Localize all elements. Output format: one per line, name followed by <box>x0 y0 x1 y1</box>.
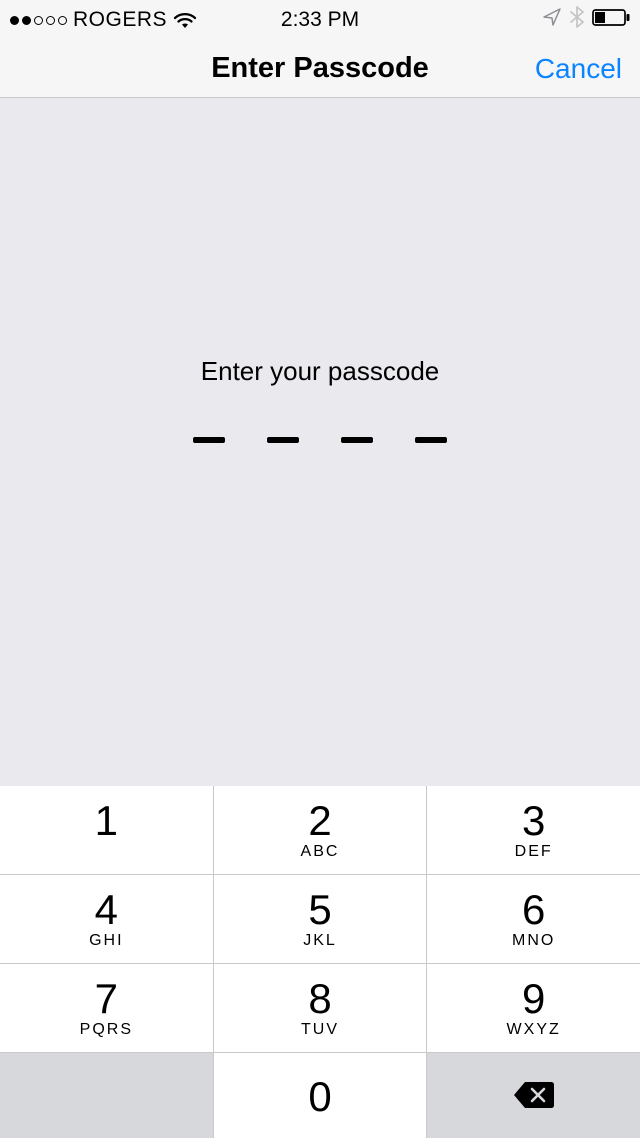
keypad-key-9[interactable]: 9 WXYZ <box>427 964 640 1052</box>
location-icon <box>542 7 562 33</box>
key-letters: TUV <box>301 1022 339 1038</box>
key-digit: 3 <box>522 800 545 842</box>
carrier-label: ROGERS <box>73 8 167 32</box>
keypad-key-1[interactable]: 1 <box>0 786 213 874</box>
bluetooth-icon <box>570 6 584 34</box>
keypad-key-7[interactable]: 7 PQRS <box>0 964 213 1052</box>
cancel-button[interactable]: Cancel <box>535 53 622 85</box>
passcode-area: Enter your passcode <box>0 98 640 786</box>
key-digit: 8 <box>308 978 331 1020</box>
key-digit: 0 <box>308 1076 331 1118</box>
key-digit: 7 <box>95 978 118 1020</box>
passcode-dash <box>267 437 299 443</box>
keypad-key-6[interactable]: 6 MNO <box>427 875 640 963</box>
passcode-dashes <box>193 437 447 443</box>
backspace-icon <box>513 1080 555 1115</box>
passcode-dash <box>341 437 373 443</box>
key-letters: WXYZ <box>507 1022 561 1038</box>
key-letters: MNO <box>512 933 555 949</box>
battery-icon <box>592 9 630 32</box>
key-letters: ABC <box>301 844 340 860</box>
key-digit: 9 <box>522 978 545 1020</box>
status-bar: ROGERS 2:33 PM <box>0 0 640 40</box>
key-letters: PQRS <box>80 1022 133 1038</box>
passcode-dash <box>193 437 225 443</box>
key-digit: 1 <box>95 800 118 842</box>
keypad-key-0[interactable]: 0 <box>214 1053 427 1138</box>
signal-strength-icon <box>10 16 67 25</box>
keypad-key-8[interactable]: 8 TUV <box>214 964 427 1052</box>
key-letters: JKL <box>303 933 337 949</box>
keypad: 1 2 ABC 3 DEF 4 GHI 5 JKL 6 MNO 7 PQRS 8… <box>0 786 640 1138</box>
passcode-dash <box>415 437 447 443</box>
status-time: 2:33 PM <box>281 8 359 32</box>
nav-bar: Enter Passcode Cancel <box>0 40 640 98</box>
keypad-key-3[interactable]: 3 DEF <box>427 786 640 874</box>
page-title: Enter Passcode <box>211 52 429 85</box>
keypad-key-4[interactable]: 4 GHI <box>0 875 213 963</box>
key-digit: 5 <box>308 889 331 931</box>
keypad-backspace-button[interactable] <box>427 1053 640 1138</box>
keypad-key-5[interactable]: 5 JKL <box>214 875 427 963</box>
key-digit: 4 <box>95 889 118 931</box>
wifi-icon <box>173 11 197 29</box>
key-letters: DEF <box>515 844 553 860</box>
key-letters: GHI <box>89 933 123 949</box>
passcode-prompt: Enter your passcode <box>201 356 439 387</box>
keypad-key-2[interactable]: 2 ABC <box>214 786 427 874</box>
status-right <box>542 6 630 34</box>
key-digit: 2 <box>308 800 331 842</box>
status-left: ROGERS <box>10 8 197 32</box>
key-digit: 6 <box>522 889 545 931</box>
keypad-blank <box>0 1053 213 1138</box>
